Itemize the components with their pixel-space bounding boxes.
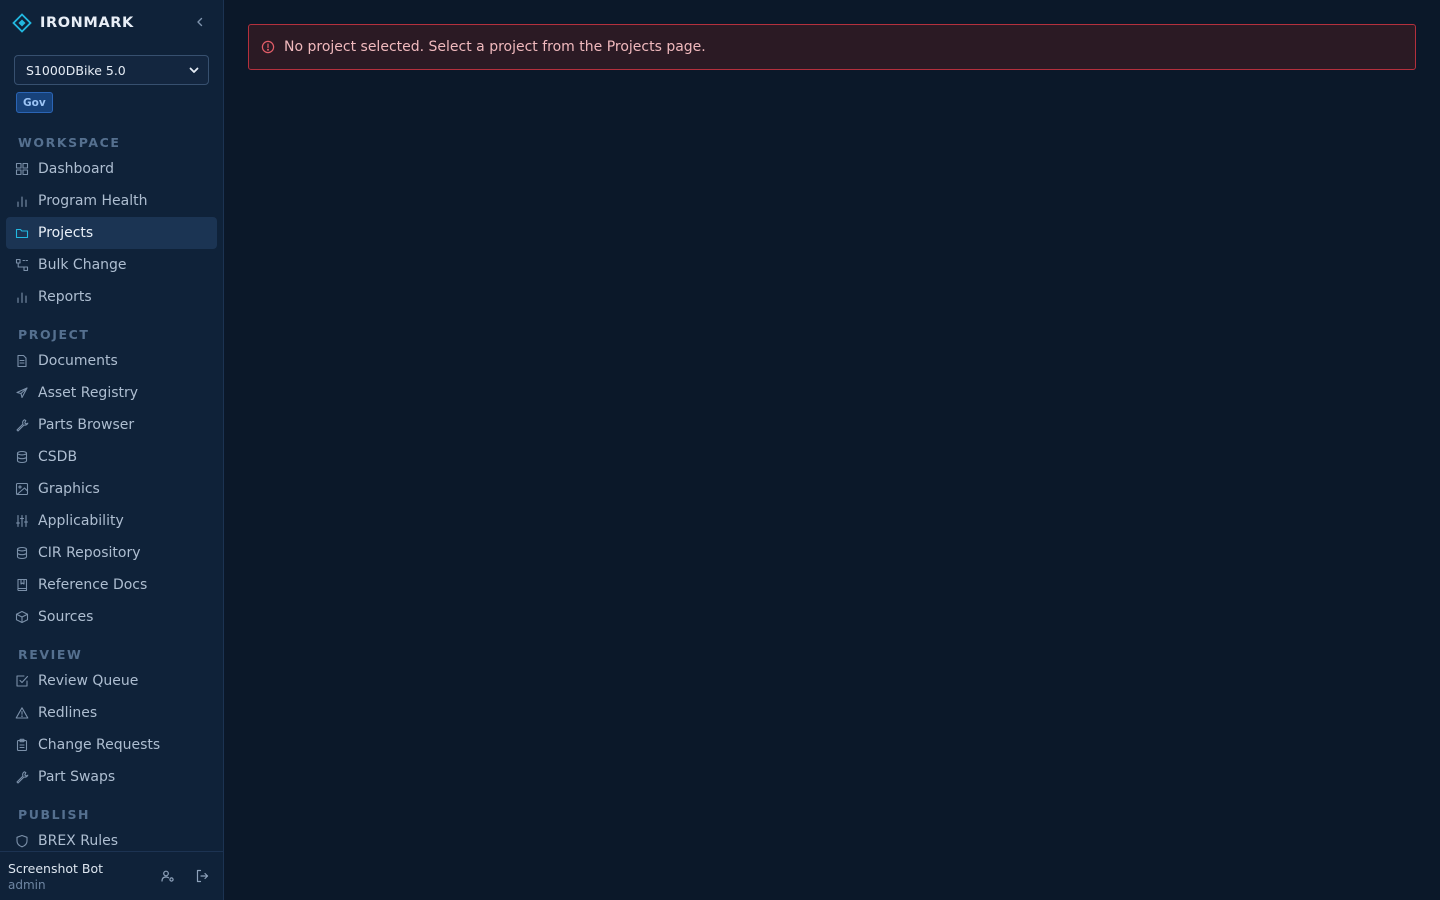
sidebar-item-label: Documents: [38, 353, 118, 369]
grid-icon: [14, 162, 29, 177]
project-select-value: S1000DBike 5.0: [26, 62, 126, 78]
sidebar-item-label: Redlines: [38, 705, 98, 721]
sidebar-item-label: Reference Docs: [38, 577, 148, 593]
user-settings-button[interactable]: [160, 868, 176, 884]
chevron-down-icon: [189, 67, 199, 73]
section-label-workspace: WORKSPACE: [18, 135, 121, 150]
check-square-icon: [14, 674, 29, 689]
sidebar-item-label: Sources: [38, 609, 94, 625]
user-cog-icon: [161, 870, 174, 882]
section-label-publish: PUBLISH: [18, 807, 91, 822]
sidebar-item-label: Bulk Change: [38, 257, 127, 273]
section-label-review: REVIEW: [18, 647, 83, 662]
plane-icon: [14, 386, 29, 401]
bar-chart-icon: [14, 194, 29, 209]
alert-message: No project selected. Select a project fr…: [284, 39, 706, 55]
user-role: admin: [8, 878, 46, 892]
sidebar-item-label: Program Health: [38, 193, 148, 209]
sidebar-item-cir-repository[interactable]: CIR Repository: [6, 537, 217, 569]
sidebar-item-reference-docs[interactable]: Reference Docs: [6, 569, 217, 601]
database-icon: [14, 450, 29, 465]
sidebar-item-dashboard[interactable]: Dashboard: [6, 153, 217, 185]
sidebar-item-bulk-change[interactable]: Bulk Change: [6, 249, 217, 281]
sidebar-item-reports[interactable]: Reports: [6, 281, 217, 313]
sidebar-item-label: Graphics: [38, 481, 100, 497]
book-icon: [14, 578, 29, 593]
sidebar-item-part-swaps[interactable]: Part Swaps: [6, 761, 217, 793]
clipboard-icon: [14, 738, 29, 753]
sidebar-item-label: Parts Browser: [38, 417, 135, 433]
log-out-icon: [196, 869, 209, 883]
sidebar-item-applicability[interactable]: Applicability: [6, 505, 217, 537]
sidebar-item-label: Change Requests: [38, 737, 161, 753]
sidebar-item-projects[interactable]: Projects: [6, 217, 217, 249]
package-icon: [14, 610, 29, 625]
bar-chart-icon: [14, 290, 29, 305]
image-icon: [14, 482, 29, 497]
chevron-left-icon: [197, 17, 203, 27]
ironmark-logo-icon: [12, 13, 32, 33]
alert-triangle-icon: [14, 706, 29, 721]
wrench-icon: [14, 418, 29, 433]
database-icon: [14, 546, 29, 561]
sidebar-item-program-health[interactable]: Program Health: [6, 185, 217, 217]
collapse-sidebar-button[interactable]: [192, 14, 208, 30]
sidebar-item-change-requests[interactable]: Change Requests: [6, 729, 217, 761]
sidebar-item-csdb[interactable]: CSDB: [6, 441, 217, 473]
sidebar-item-parts-browser[interactable]: Parts Browser: [6, 409, 217, 441]
user-name: Screenshot Bot: [8, 861, 104, 876]
sidebar-item-label: Dashboard: [38, 161, 114, 177]
user-footer: Screenshot Bot admin: [0, 851, 223, 900]
sidebar: IRONMARK S1000DBike 5.0 Gov WORKSPACE Das…: [0, 0, 224, 900]
sidebar-item-label: Review Queue: [38, 673, 139, 689]
sidebar-item-asset-registry[interactable]: Asset Registry: [6, 377, 217, 409]
sidebar-item-label: BREX Rules: [38, 833, 118, 849]
sliders-icon: [14, 514, 29, 529]
sidebar-item-label: Reports: [38, 289, 92, 305]
sidebar-item-documents[interactable]: Documents: [6, 345, 217, 377]
app-name: IRONMARK: [40, 15, 134, 31]
sidebar-item-sources[interactable]: Sources: [6, 601, 217, 633]
folder-icon: [14, 226, 29, 241]
workflow-icon: [14, 258, 29, 273]
sidebar-item-review-queue[interactable]: Review Queue: [6, 665, 217, 697]
logout-button[interactable]: [194, 868, 210, 884]
no-project-alert: No project selected. Select a project fr…: [248, 24, 1416, 70]
alert-circle-icon: [261, 40, 275, 54]
sidebar-item-label: CSDB: [38, 449, 78, 465]
main-content: No project selected. Select a project fr…: [224, 0, 1440, 900]
brand[interactable]: IRONMARK: [12, 11, 134, 35]
shield-icon: [14, 834, 29, 849]
sidebar-item-label: Asset Registry: [38, 385, 139, 401]
sidebar-item-label: Part Swaps: [38, 769, 116, 785]
wrench-icon: [14, 770, 29, 785]
sidebar-item-redlines[interactable]: Redlines: [6, 697, 217, 729]
sidebar-item-label: Applicability: [38, 513, 124, 529]
classification-badge: Gov: [16, 92, 53, 113]
sidebar-item-label: CIR Repository: [38, 545, 141, 561]
section-label-project: PROJECT: [18, 327, 90, 342]
sidebar-item-label: Projects: [38, 225, 94, 241]
project-select[interactable]: S1000DBike 5.0: [14, 55, 209, 85]
sidebar-item-graphics[interactable]: Graphics: [6, 473, 217, 505]
file-text-icon: [14, 354, 29, 369]
